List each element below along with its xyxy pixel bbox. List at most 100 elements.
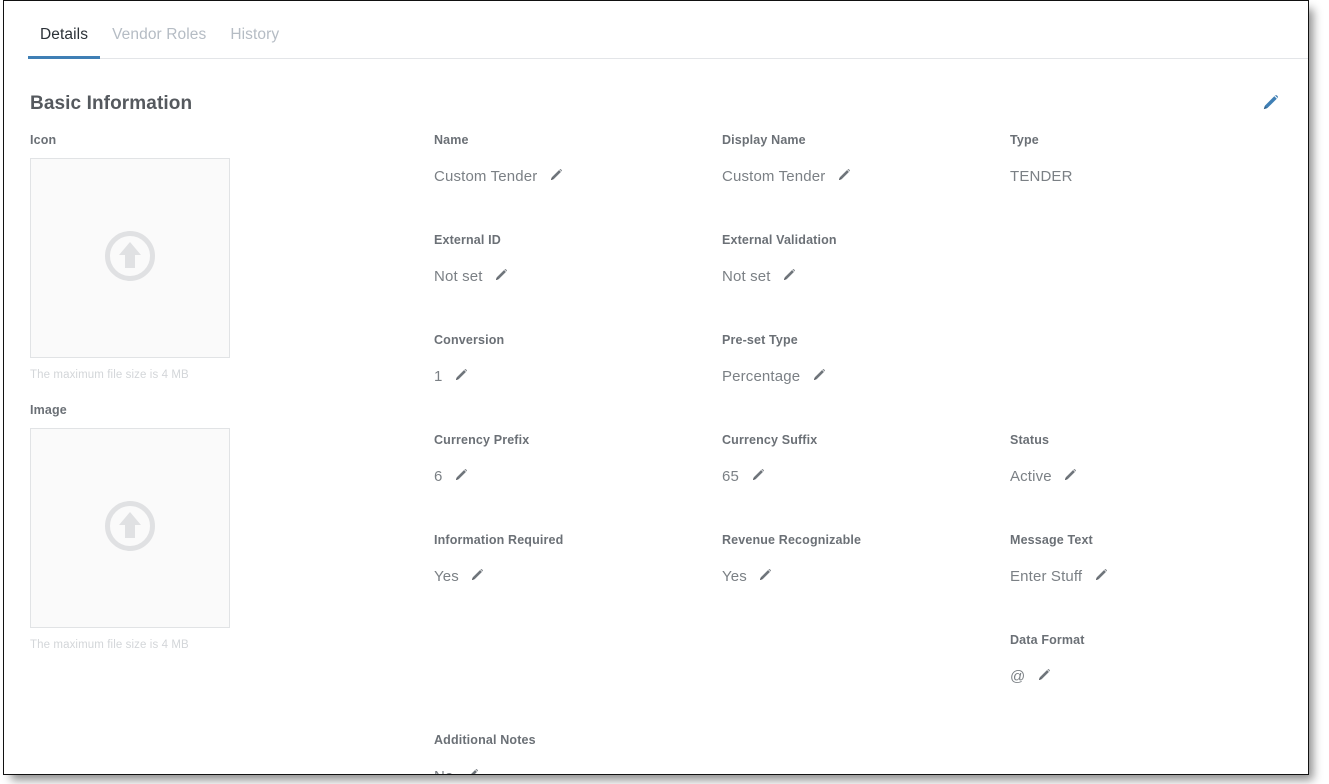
field-label-external-validation: External Validation [722, 233, 837, 247]
edit-external-validation-button[interactable] [781, 268, 799, 286]
field-value-external-id: Not set [434, 267, 483, 285]
field-value-pre-set-type: Percentage [722, 367, 801, 385]
pencil-icon [1260, 91, 1282, 118]
edit-data-format-button[interactable] [1035, 668, 1053, 686]
field-value-row-currency-prefix: 6 [434, 467, 722, 487]
field-value-status: Active [1010, 467, 1052, 485]
field-label-pre-set-type: Pre-set Type [722, 333, 798, 347]
tab-vendor-roles[interactable]: Vendor Roles [100, 26, 218, 59]
field-value-row-additional-notes: No [434, 766, 722, 775]
details-body: Icon The maximum file size is 4 MB Image Th… [4, 115, 1308, 775]
field-value-row-pre-set-type: Percentage [722, 367, 1010, 387]
edit-revenue-recognizable-button[interactable] [757, 568, 775, 586]
pencil-icon [453, 466, 470, 488]
edit-pre-set-type-button[interactable] [810, 368, 828, 386]
field-value-row-data-format: @ [1010, 667, 1298, 687]
pencil-icon [1036, 666, 1053, 688]
field-value-row-display-name: Custom Tender [722, 167, 1010, 187]
field-value-row-information-required: Yes [434, 567, 722, 587]
field-value-conversion: 1 [434, 367, 443, 385]
field-value-row-revenue-recognizable: Yes [722, 567, 1010, 587]
field-pre-set-type: Pre-set Type Percentage [722, 333, 1010, 433]
fields-column: Name Custom Tender Display Name Custom Tend… [434, 133, 1308, 775]
edit-conversion-button[interactable] [453, 368, 471, 386]
pencil-icon [1093, 566, 1110, 588]
pencil-icon [781, 266, 798, 288]
field-value-currency-prefix: 6 [434, 467, 443, 485]
field-value-row-external-id: Not set [434, 267, 722, 287]
field-label-revenue-recognizable: Revenue Recognizable [722, 533, 862, 547]
media-column: Icon The maximum file size is 4 MB Image Th… [4, 133, 434, 774]
field-label-information-required: Information Required [434, 533, 564, 547]
field-external-validation: External Validation Not set [722, 233, 1010, 333]
field-label-additional-notes: Additional Notes [434, 733, 536, 747]
field-label-name: Name [434, 133, 469, 147]
field-label-currency-prefix: Currency Prefix [434, 433, 530, 447]
field-value-row-type: TENDER [1010, 167, 1298, 187]
pencil-icon [1062, 466, 1079, 488]
section-header: Basic Information [4, 59, 1308, 115]
field-external-id: External ID Not set [434, 233, 722, 333]
tab-details[interactable]: Details [28, 26, 101, 59]
edit-section-button[interactable] [1254, 87, 1288, 121]
field-value-revenue-recognizable: Yes [722, 567, 747, 585]
pencil-icon [836, 166, 853, 188]
tab-history[interactable]: History [218, 26, 291, 59]
edit-status-button[interactable] [1062, 468, 1080, 486]
pencil-icon [757, 566, 774, 588]
field-value-data-format: @ [1010, 667, 1026, 685]
field-value-name: Custom Tender [434, 167, 538, 185]
pencil-icon [464, 766, 481, 774]
field-value-external-validation: Not set [722, 267, 771, 285]
media-label-icon: Icon [30, 133, 57, 147]
field-value-row-external-validation: Not set [722, 267, 1010, 287]
field-grid: Name Custom Tender Display Name Custom Tend… [434, 133, 1308, 775]
edit-information-required-button[interactable] [469, 568, 487, 586]
field-additional-notes: Additional Notes No [434, 733, 722, 775]
field-value-additional-notes: No [434, 767, 453, 775]
field-value-row-message-text: Enter Stuff [1010, 567, 1298, 587]
upload-dropzone-image[interactable] [30, 428, 230, 628]
edit-message-text-button[interactable] [1092, 568, 1110, 586]
field-conversion: Conversion 1 [434, 333, 722, 433]
field-label-currency-suffix: Currency Suffix [722, 433, 818, 447]
tab-list: Details Vendor Roles History [4, 1, 1308, 59]
edit-currency-suffix-button[interactable] [749, 468, 767, 486]
field-value-currency-suffix: 65 [722, 467, 739, 485]
field-label-display-name: Display Name [722, 133, 806, 147]
edit-display-name-button[interactable] [835, 168, 853, 186]
field-value-information-required: Yes [434, 567, 459, 585]
tab-bar: Details Vendor Roles History [4, 1, 1308, 59]
field-value-type: TENDER [1010, 167, 1073, 185]
edit-currency-prefix-button[interactable] [453, 468, 471, 486]
field-label-external-id: External ID [434, 233, 501, 247]
field-type: Type TENDER [1010, 133, 1298, 233]
upload-arrow-circle-icon [102, 228, 158, 289]
upload-dropzone-icon[interactable] [30, 158, 230, 358]
detail-panel: Details Vendor Roles History Basic Informa… [3, 0, 1309, 775]
field-name: Name Custom Tender [434, 133, 722, 233]
field-value-message-text: Enter Stuff [1010, 567, 1083, 585]
pencil-icon [453, 366, 470, 388]
edit-external-id-button[interactable] [493, 268, 511, 286]
edit-additional-notes-button[interactable] [463, 766, 481, 774]
pencil-icon [493, 266, 510, 288]
page-title: Basic Information [30, 93, 193, 114]
field-label-data-format: Data Format [1010, 633, 1085, 647]
upload-hint-image: The maximum file size is 4 MB [30, 639, 189, 651]
pencil-icon [548, 166, 565, 188]
field-value-row-currency-suffix: 65 [722, 467, 1010, 487]
pencil-icon [750, 466, 767, 488]
field-currency-suffix: Currency Suffix 65 [722, 433, 1010, 533]
media-label-image: Image [30, 403, 67, 417]
field-label-conversion: Conversion [434, 333, 505, 347]
field-value-row-conversion: 1 [434, 367, 722, 387]
upload-arrow-circle-icon [102, 498, 158, 559]
field-value-row-name: Custom Tender [434, 167, 722, 187]
edit-name-button[interactable] [547, 168, 565, 186]
field-message-text: Message Text Enter Stuff [1010, 533, 1298, 633]
pencil-icon [811, 366, 828, 388]
field-display-name: Display Name Custom Tender [722, 133, 1010, 233]
field-data-format: Data Format @ [1010, 633, 1298, 733]
field-revenue-recognizable: Revenue Recognizable Yes [722, 533, 1010, 633]
